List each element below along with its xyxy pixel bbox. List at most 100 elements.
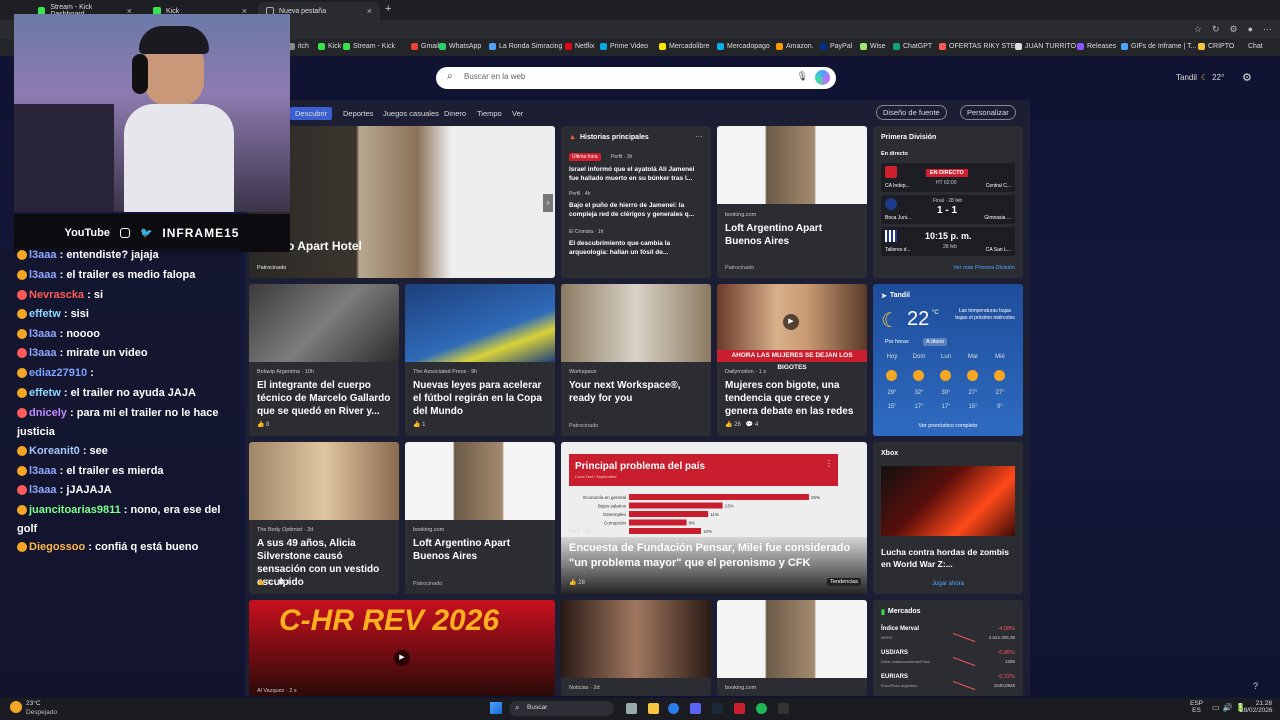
chat-username[interactable]: l3aaa (29, 465, 57, 477)
card-reactions[interactable]: 👍 8 (257, 421, 270, 428)
tab-money[interactable]: Dinero (444, 109, 466, 118)
tab-weather[interactable]: Tiempo (477, 109, 502, 118)
carousel-next-button[interactable]: › (543, 194, 553, 212)
chat-username[interactable]: l3aaa (29, 484, 57, 496)
play-now-link[interactable]: Jugar ahora (873, 581, 1023, 587)
discord-icon[interactable] (690, 703, 701, 714)
bookmark-item[interactable]: Stream - Kick (343, 43, 395, 50)
bookmark-item[interactable]: GIFs de Inframe | T... (1121, 43, 1197, 50)
top-stories-card[interactable]: ▲ Historias principales ⋯ Última hora Per… (561, 126, 711, 278)
microphone-icon[interactable]: 🎙 (797, 71, 808, 82)
chat-username[interactable]: ediaz27910 (29, 367, 87, 379)
taskbar-search[interactable]: ⌕ Buscar (509, 701, 614, 716)
menu-icon[interactable]: ⋯ (1263, 24, 1272, 35)
chat-username[interactable]: l3aaa (29, 269, 57, 281)
like-icon[interactable]: 👍 (257, 422, 264, 428)
loft-card-2[interactable]: booking.com Loft Argentino Apart Buenos … (405, 442, 555, 594)
clock[interactable]: 21:28 28/02/2026 (1240, 700, 1273, 714)
market-row[interactable]: EUR/ARS Euro/Peso argentino -0,72% 1649,094… (881, 671, 1015, 694)
bookmark-item[interactable]: Netflix (565, 43, 594, 50)
more-sports-link[interactable]: Ver más Primera División (953, 265, 1015, 271)
bookmark-item[interactable]: OFERTAS RIKY STE... (939, 43, 1021, 50)
sports-card[interactable]: Primera División En directo CA Indep... … (873, 126, 1023, 278)
app-icon[interactable] (734, 703, 745, 714)
chat-shortcut[interactable]: Chat (1248, 43, 1263, 50)
tab-daily[interactable]: A diario (923, 338, 948, 346)
bookmark-item[interactable]: WhatsApp (439, 43, 481, 50)
match-row-3[interactable]: Talleres d... 10:15 p. m. 28 feb CA San … (881, 227, 1015, 256)
weather-location[interactable]: ➤ Tandil (881, 292, 910, 300)
bookmark-item[interactable]: Mercadolibre (659, 43, 709, 50)
like-icon[interactable]: 👍 (413, 422, 420, 428)
play-icon[interactable]: ▶ (394, 650, 410, 666)
hero-card[interactable]: o Apart Hotel Patrocinado › (249, 126, 555, 278)
comment-icon[interactable]: 💬 (278, 580, 285, 586)
bookmark-item[interactable]: PayPal (820, 43, 852, 50)
bookmark-item[interactable]: JUAN TURRITO (1015, 43, 1076, 50)
more-icon[interactable]: ⋮ (825, 459, 833, 468)
trending-badge[interactable]: Tendencias (827, 578, 861, 586)
bookmark-item[interactable]: Mercadopago (717, 43, 770, 50)
match-row-1[interactable]: CA Indep... EN DIRECTO HT 62:00 Central … (881, 163, 1015, 192)
weather-widget-icon[interactable] (10, 701, 22, 713)
chat-username[interactable]: effetw (29, 308, 61, 320)
task-view-icon[interactable] (626, 703, 637, 714)
bookmark-item[interactable]: Releases (1077, 43, 1116, 50)
market-row[interactable]: Índice Merval MERV -4,08% 2.642.305,38 (881, 623, 1015, 646)
like-icon[interactable]: 👍 (257, 580, 264, 586)
poll-card[interactable]: Principal problema del país Cuna Test / … (561, 442, 867, 594)
spotify-icon[interactable] (756, 703, 767, 714)
star-icon[interactable]: ☆ (1194, 24, 1202, 35)
news-card-6[interactable]: Noticias · 2d (561, 600, 711, 696)
bookmark-item[interactable]: Wise (860, 43, 886, 50)
card-reactions[interactable]: 👍 32 💬 1 (257, 579, 290, 586)
avatar[interactable]: ● (1248, 24, 1253, 35)
font-design-button[interactable]: Diseño de fuente (876, 105, 947, 120)
news-card-5[interactable]: The Body Optimist · 2d A sus 49 años, Al… (249, 442, 399, 594)
more-icon[interactable]: ⋯ (695, 132, 703, 141)
news-card-7[interactable]: booking.com (717, 600, 867, 696)
card-reactions[interactable]: 👍 28 (569, 579, 585, 586)
story-title[interactable]: Bajo el puño de hierro de Jamenei: la co… (569, 201, 703, 219)
chat-username[interactable]: juancitoarias9811 (29, 504, 121, 516)
bookmark-item[interactable]: Amazon. (776, 43, 814, 50)
language-indicator[interactable]: ESP ES (1190, 700, 1203, 714)
chat-username[interactable]: l3aaa (29, 347, 57, 359)
tab-hourly[interactable]: Por horas (885, 339, 909, 345)
settings-icon[interactable]: ⚙ (1229, 24, 1237, 35)
start-icon[interactable] (490, 702, 502, 714)
tab-casual-games[interactable]: Juegos casuales (383, 109, 439, 118)
personalize-button[interactable]: Personalizar (960, 105, 1016, 120)
play-icon[interactable]: ▶ (783, 314, 799, 330)
bookmark-item[interactable]: Gmail (411, 43, 439, 50)
chat-username[interactable]: effetw (29, 387, 61, 399)
bookmark-item[interactable]: La Ronda Simracing (489, 43, 562, 50)
bookmark-item[interactable]: Prime Video (600, 43, 648, 50)
chat-username[interactable]: Nevrascka (29, 289, 84, 301)
story-title[interactable]: Israel informó que el ayatolá Alí Jamene… (569, 165, 703, 183)
news-card-3[interactable]: Workspace Your next Workspace®, ready fo… (561, 284, 711, 436)
news-card-2[interactable]: The Associated Press · 9h Nuevas leyes p… (405, 284, 555, 436)
edge-icon[interactable] (668, 703, 679, 714)
weather-header[interactable]: Tandil ☾ 22° (1176, 73, 1224, 82)
steam-icon[interactable] (712, 703, 723, 714)
chat-username[interactable]: Diegossoo (29, 541, 85, 553)
search-box[interactable]: ⌕ Buscar en la web 🎙 (436, 67, 836, 89)
chat-username[interactable]: l3aaa (29, 328, 57, 340)
sports-header[interactable]: Primera División (881, 134, 936, 141)
tab-discover[interactable]: Descubrir (290, 107, 333, 120)
match-row-2[interactable]: Boca Juni... Final · 28 feb 1 - 1 Gimnas… (881, 195, 1015, 224)
bookmark-item[interactable]: itch (288, 43, 309, 50)
weather-card[interactable]: ➤ Tandil ☾ 22 °C Las temperaturas bajas b… (873, 284, 1023, 436)
bookmark-item[interactable]: Kick (318, 43, 341, 50)
market-row[interactable]: USD/ARS Dólar estadounidense/Peso -0,85% 13… (881, 647, 1015, 670)
like-icon[interactable]: 👍 (569, 580, 576, 586)
video-card[interactable]: C-HR REV 2026 ▶ Al Vazquez · 2 s (249, 600, 555, 696)
bookmark-item[interactable]: ChatGPT (893, 43, 932, 50)
app-icon[interactable] (778, 703, 789, 714)
tab-more[interactable]: Ver (512, 109, 523, 118)
help-icon[interactable]: ? (1253, 681, 1258, 691)
loft-card[interactable]: booking.com Loft Argentino Apart Buenos … (717, 126, 867, 278)
tab-sports[interactable]: Deportes (343, 109, 373, 118)
markets-card[interactable]: ▮ Mercados Índice Merval MERV -4,08% 2.642.3… (873, 600, 1023, 696)
